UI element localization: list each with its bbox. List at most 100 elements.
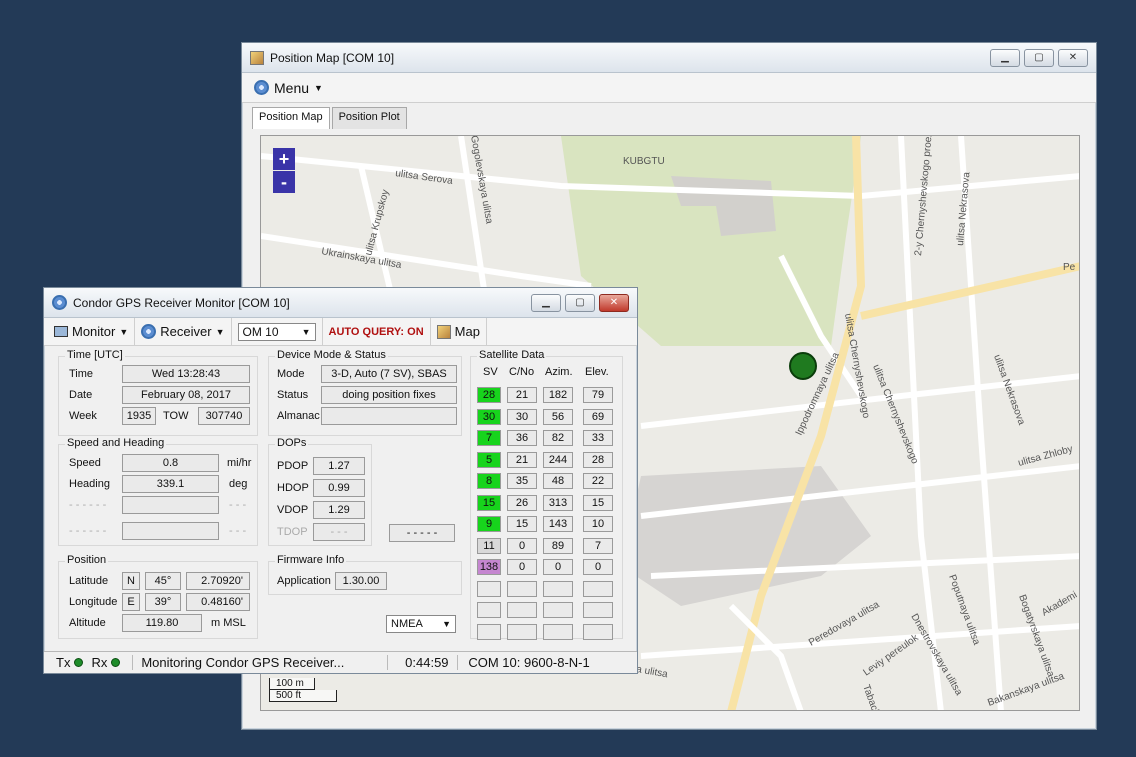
satellite-empty-cell bbox=[583, 580, 613, 597]
longitude-degrees: 39° bbox=[145, 593, 181, 611]
latitude-minutes: 2.70920' bbox=[186, 572, 250, 590]
satellite-empty-cell bbox=[507, 580, 537, 597]
vdop-label: VDOP bbox=[277, 504, 309, 516]
satellite-icon bbox=[254, 80, 269, 95]
port-select[interactable]: OM 10 ▼ bbox=[237, 322, 316, 341]
maximize-button[interactable]: ▢ bbox=[1024, 48, 1054, 67]
tow-value: 307740 bbox=[198, 407, 250, 425]
maximize-button[interactable]: ▢ bbox=[565, 293, 595, 312]
satellite-panel: Satellite Data SV C/No Azim. Elev. 28 21 182 79… bbox=[470, 349, 624, 640]
status-bar: Tx Rx Monitoring Condor GPS Receiver... … bbox=[44, 651, 637, 673]
empty-field-value bbox=[122, 496, 219, 514]
satellite-azimuth: 143 bbox=[543, 516, 573, 532]
satellite-azimuth: 89 bbox=[543, 537, 573, 554]
satellite-empty-cell bbox=[543, 580, 573, 597]
empty-field-value bbox=[122, 522, 219, 540]
map-window-title: Position Map [COM 10] bbox=[270, 50, 395, 65]
satellite-elevation: 15 bbox=[583, 494, 613, 511]
map-titlebar: Position Map [COM 10] ▁ ▢ ✕ bbox=[242, 43, 1096, 73]
satellite-elevation: 33 bbox=[583, 430, 613, 446]
receiver-label: Receiver bbox=[160, 324, 212, 339]
satellite-table: SV C/No Azim. Elev. 28 21 182 79 30 30 56 69 7 36 82 33… bbox=[471, 357, 624, 640]
menu-button[interactable]: Menu ▼ bbox=[250, 78, 327, 98]
menu-label: Menu bbox=[274, 79, 310, 96]
dops-panel-title: DOPs bbox=[275, 437, 309, 449]
status-label: Status bbox=[277, 389, 309, 401]
map-button[interactable]: Map bbox=[431, 318, 487, 345]
elev-header: Elev. bbox=[585, 366, 609, 378]
latitude-degrees: 45° bbox=[145, 572, 181, 590]
receiver-menu[interactable]: Receiver ▼ bbox=[135, 318, 232, 345]
vdop-value: 1.29 bbox=[313, 501, 365, 519]
minimize-button[interactable]: ▁ bbox=[531, 293, 561, 312]
street-label: KUBGTU bbox=[623, 156, 665, 167]
tab-position-map[interactable]: Position Map bbox=[252, 107, 330, 129]
speed-value: 0.8 bbox=[122, 454, 219, 472]
satellite-cno: 15 bbox=[507, 516, 537, 532]
application-value: 1.30.00 bbox=[335, 572, 387, 590]
monitor-label: Monitor bbox=[72, 324, 116, 339]
nmea-select-value: NMEA bbox=[391, 618, 423, 630]
elapsed-time: 0:44:59 bbox=[387, 655, 457, 670]
close-button[interactable]: ✕ bbox=[1058, 48, 1088, 67]
satellite-cno: 36 bbox=[507, 430, 537, 446]
zoom-in-button[interactable]: + bbox=[273, 148, 295, 170]
pdop-value: 1.27 bbox=[313, 457, 365, 475]
satellite-empty-cell bbox=[543, 602, 573, 618]
satellite-cno: 0 bbox=[507, 537, 537, 554]
chevron-down-icon: ▼ bbox=[301, 326, 311, 337]
satellite-empty-cell bbox=[477, 580, 501, 597]
tx-label: Tx bbox=[56, 655, 71, 670]
dops-panel: DOPs PDOP 1.27 HDOP 0.99 VDOP 1.29 TDOP … bbox=[268, 437, 372, 546]
cno-header: C/No bbox=[509, 366, 535, 378]
speed-heading-panel: Speed and Heading Speed 0.8 mi/hr Headin… bbox=[58, 437, 258, 546]
satellite-empty-cell bbox=[583, 623, 613, 640]
satellite-elevation: 79 bbox=[583, 387, 613, 403]
firmware-panel: Firmware Info Application 1.30.00 bbox=[268, 554, 462, 595]
rx-indicator bbox=[111, 658, 121, 667]
longitude-minutes: 0.48160' bbox=[186, 593, 250, 611]
heading-value: 339.1 bbox=[122, 475, 219, 493]
satellite-elevation: 0 bbox=[583, 559, 613, 575]
satellite-azimuth: 313 bbox=[543, 494, 573, 511]
status-message: Monitoring Condor GPS Receiver... bbox=[132, 655, 387, 670]
longitude-hemisphere: E bbox=[122, 593, 140, 611]
time-panel-title: Time [UTC] bbox=[65, 349, 125, 361]
map-scale: 100 m 500 ft bbox=[269, 678, 337, 702]
minimize-button[interactable]: ▁ bbox=[990, 48, 1020, 67]
map-app-icon bbox=[250, 50, 264, 65]
satellite-sv: 9 bbox=[477, 516, 501, 532]
satellite-sv: 138 bbox=[477, 559, 501, 575]
hdop-label: HDOP bbox=[277, 482, 309, 494]
satellite-cno: 35 bbox=[507, 473, 537, 489]
nmea-select[interactable]: NMEA ▼ bbox=[386, 615, 456, 633]
device-status-panel: Device Mode & Status Mode 3-D, Auto (7 S… bbox=[268, 349, 462, 436]
satellite-elevation: 69 bbox=[583, 408, 613, 425]
speed-unit: mi/hr bbox=[227, 457, 252, 469]
almanac-label: Almanac bbox=[277, 410, 320, 422]
satellite-empty-cell bbox=[543, 623, 573, 640]
satellite-elevation: 7 bbox=[583, 537, 613, 554]
auto-query-button[interactable]: AUTO QUERY: ON bbox=[329, 326, 424, 338]
date-label: Date bbox=[69, 389, 93, 401]
satellite-sv: 8 bbox=[477, 473, 501, 489]
zoom-out-button[interactable]: - bbox=[273, 171, 295, 193]
satellite-azimuth: 82 bbox=[543, 430, 573, 446]
pdop-label: PDOP bbox=[277, 460, 309, 472]
time-panel: Time [UTC] Time Wed 13:28:43 Date Februa… bbox=[58, 349, 258, 436]
satellite-empty-cell bbox=[477, 602, 501, 618]
monitor-menu[interactable]: Monitor ▼ bbox=[48, 318, 136, 345]
scale-imperial: 500 ft bbox=[269, 690, 337, 702]
satellite-empty-cell bbox=[507, 602, 537, 618]
heading-unit: deg bbox=[229, 478, 248, 490]
satellite-azimuth: 56 bbox=[543, 408, 573, 425]
close-button[interactable]: ✕ bbox=[599, 293, 629, 312]
altitude-label: Altitude bbox=[69, 617, 106, 629]
speed-label: Speed bbox=[69, 457, 101, 469]
altitude-value: 119.80 bbox=[122, 614, 202, 632]
tab-position-plot[interactable]: Position Plot bbox=[331, 107, 407, 129]
latitude-label: Latitude bbox=[69, 575, 109, 587]
satellite-cno: 26 bbox=[507, 494, 537, 511]
monitor-icon bbox=[54, 326, 68, 337]
satellite-cno: 21 bbox=[507, 387, 537, 403]
